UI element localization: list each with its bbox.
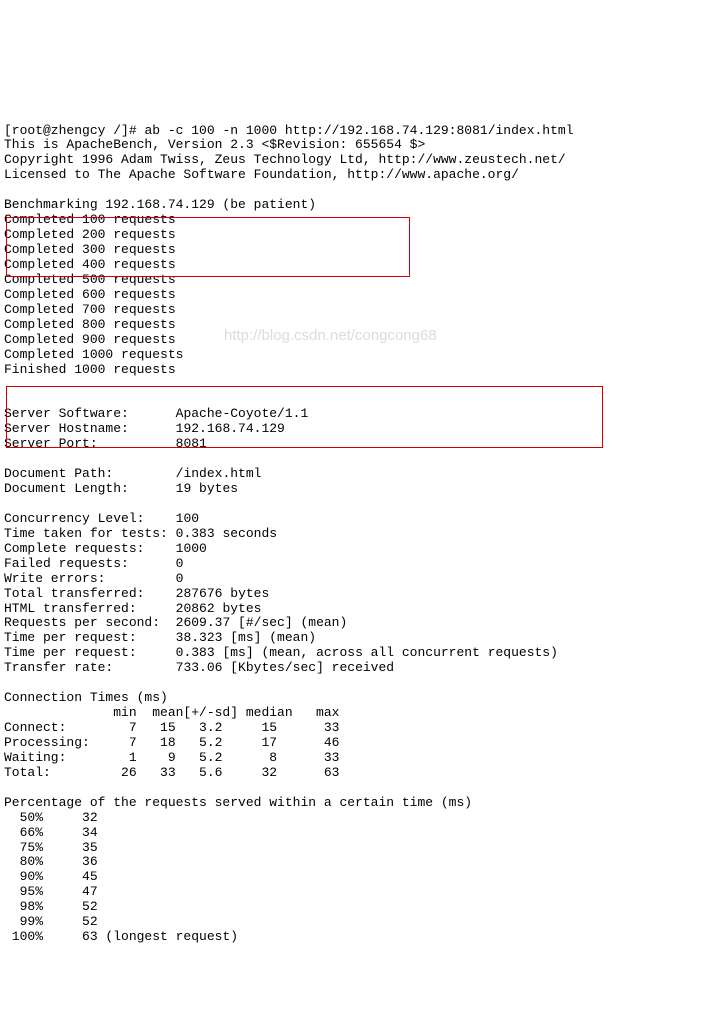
progress-line: Completed 700 requests xyxy=(4,302,176,317)
progress-line: Completed 800 requests xyxy=(4,317,176,332)
progress-line: Completed 200 requests xyxy=(4,227,176,242)
conn-connect-row: Connect: 7 15 3.2 15 33 xyxy=(4,720,339,735)
command-input[interactable]: ab -c 100 -n 1000 http://192.168.74.129:… xyxy=(144,123,573,138)
percentile-row: 100% 63 (longest request) xyxy=(4,929,238,944)
server-hostname-label: Server Hostname: xyxy=(4,421,129,436)
percentile-row: 80% 36 xyxy=(4,854,98,869)
document-path-label: Document Path: xyxy=(4,466,113,481)
rps-value: 2609.37 [#/sec] (mean) xyxy=(176,615,348,630)
percentile-row: 90% 45 xyxy=(4,869,98,884)
server-software-label: Server Software: xyxy=(4,406,129,421)
time-taken-label: Time taken for tests: xyxy=(4,526,168,541)
conn-times-header: min mean[+/-sd] median max xyxy=(4,705,339,720)
percentile-row: 75% 35 xyxy=(4,840,98,855)
percentile-row: 50% 32 xyxy=(4,810,98,825)
complete-label: Complete requests: xyxy=(4,541,144,556)
complete-value: 1000 xyxy=(176,541,207,556)
progress-line: Completed 500 requests xyxy=(4,272,176,287)
transfer-value: 733.06 [Kbytes/sec] received xyxy=(176,660,394,675)
progress-line: Completed 600 requests xyxy=(4,287,176,302)
total-trans-label: Total transferred: xyxy=(4,586,144,601)
server-port-value: 8081 xyxy=(176,436,207,451)
ab-header-line2: Copyright 1996 Adam Twiss, Zeus Technolo… xyxy=(4,152,566,167)
total-trans-value: 287676 bytes xyxy=(176,586,270,601)
percentiles-title: Percentage of the requests served within… xyxy=(4,795,472,810)
document-path-value: /index.html xyxy=(176,466,262,481)
tpr2-value: 0.383 [ms] (mean, across all concurrent … xyxy=(176,645,558,660)
percentile-row: 95% 47 xyxy=(4,884,98,899)
rps-label: Requests per second: xyxy=(4,615,160,630)
conn-waiting-row: Waiting: 1 9 5.2 8 33 xyxy=(4,750,339,765)
write-errors-value: 0 xyxy=(176,571,184,586)
watermark: http://blog.csdn.net/congcong68 xyxy=(224,327,437,344)
percentile-row: 99% 52 xyxy=(4,914,98,929)
progress-line: Completed 100 requests xyxy=(4,212,176,227)
progress-line: Completed 1000 requests xyxy=(4,347,183,362)
progress-line: Completed 400 requests xyxy=(4,257,176,272)
server-hostname-value: 192.168.74.129 xyxy=(176,421,285,436)
concurrency-value: 100 xyxy=(176,511,199,526)
conn-processing-row: Processing: 7 18 5.2 17 46 xyxy=(4,735,339,750)
progress-line: Finished 1000 requests xyxy=(4,362,176,377)
transfer-label: Transfer rate: xyxy=(4,660,113,675)
write-errors-label: Write errors: xyxy=(4,571,105,586)
server-port-label: Server Port: xyxy=(4,436,98,451)
progress-line: Completed 300 requests xyxy=(4,242,176,257)
percentile-row: 66% 34 xyxy=(4,825,98,840)
conn-times-title: Connection Times (ms) xyxy=(4,690,168,705)
benchmarking-line: Benchmarking 192.168.74.129 (be patient) xyxy=(4,197,316,212)
percentile-row: 98% 52 xyxy=(4,899,98,914)
document-length-label: Document Length: xyxy=(4,481,129,496)
failed-value: 0 xyxy=(176,556,184,571)
tpr1-value: 38.323 [ms] (mean) xyxy=(176,630,316,645)
tpr2-label: Time per request: xyxy=(4,645,137,660)
ab-header-line3: Licensed to The Apache Software Foundati… xyxy=(4,167,519,182)
conn-total-row: Total: 26 33 5.6 32 63 xyxy=(4,765,339,780)
shell-prompt: [root@zhengcy /]# xyxy=(4,123,144,138)
server-software-value: Apache-Coyote/1.1 xyxy=(176,406,309,421)
progress-line: Completed 900 requests xyxy=(4,332,176,347)
html-trans-label: HTML transferred: xyxy=(4,601,137,616)
html-trans-value: 20862 bytes xyxy=(176,601,262,616)
ab-header-line1: This is ApacheBench, Version 2.3 <$Revis… xyxy=(4,137,425,152)
document-length-value: 19 bytes xyxy=(176,481,238,496)
failed-label: Failed requests: xyxy=(4,556,129,571)
tpr1-label: Time per request: xyxy=(4,630,137,645)
concurrency-label: Concurrency Level: xyxy=(4,511,144,526)
time-taken-value: 0.383 seconds xyxy=(176,526,277,541)
